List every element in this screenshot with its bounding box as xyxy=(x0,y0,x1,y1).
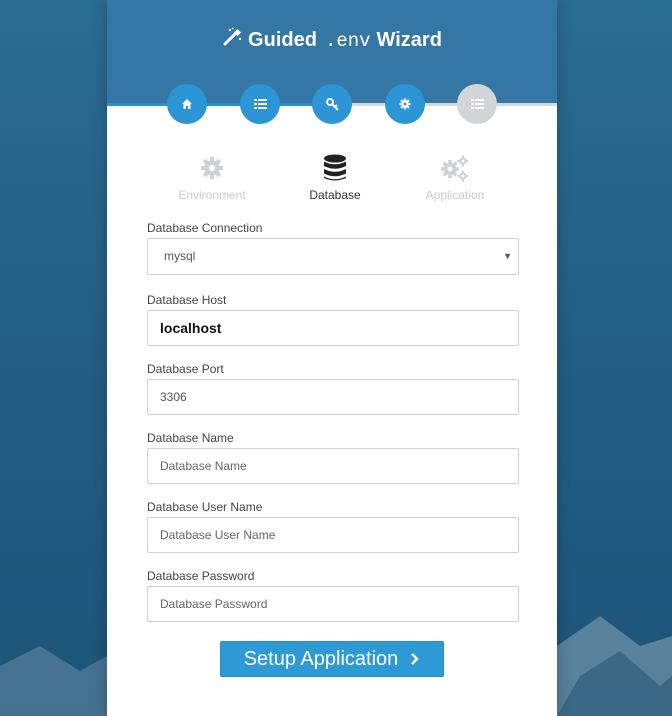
host-label: Database Host xyxy=(147,293,227,307)
port-field: Database Port xyxy=(147,359,519,415)
key-icon xyxy=(325,97,339,111)
host-field: Database Host xyxy=(147,290,519,346)
password-field: Database Password xyxy=(147,566,519,622)
tab-database-label: Database xyxy=(309,188,361,202)
step-home[interactable] xyxy=(167,84,207,124)
title-prefix: Guided xyxy=(248,29,317,51)
tab-environment-label: Environment xyxy=(178,188,246,202)
step-final[interactable] xyxy=(457,84,497,124)
list-icon xyxy=(470,99,484,109)
chevron-right-icon xyxy=(411,653,419,665)
magic-wand-icon xyxy=(222,27,242,55)
connection-select[interactable]: mysql ▼ xyxy=(147,238,519,275)
connection-field: Database Connection mysql ▼ xyxy=(147,218,519,275)
wizard-card: Guided .env Wizard Environment Database … xyxy=(107,0,557,716)
step-key[interactable] xyxy=(312,84,352,124)
setup-application-button[interactable]: Setup Application xyxy=(220,641,444,677)
db-name-field: Database Name xyxy=(147,428,519,484)
caret-down-icon: ▼ xyxy=(503,251,512,261)
database-icon xyxy=(324,154,346,181)
title-code: .env xyxy=(324,30,371,52)
username-field: Database User Name xyxy=(147,497,519,553)
connection-select-value: mysql xyxy=(164,249,196,263)
port-label: Database Port xyxy=(147,362,224,376)
page-title: Guided .env Wizard xyxy=(107,26,557,54)
username-input[interactable] xyxy=(147,517,519,553)
port-input[interactable] xyxy=(147,379,519,415)
db-name-label: Database Name xyxy=(147,431,234,445)
password-label: Database Password xyxy=(147,569,255,583)
gears-icon xyxy=(441,155,469,182)
list-icon xyxy=(253,99,267,109)
db-name-input[interactable] xyxy=(147,448,519,484)
tab-environment[interactable]: Environment xyxy=(152,154,272,202)
password-input[interactable] xyxy=(147,586,519,622)
step-settings[interactable] xyxy=(385,84,425,124)
gear-icon xyxy=(201,157,223,179)
home-icon xyxy=(182,99,192,109)
gear-icon xyxy=(399,98,411,110)
wizard-tabs: Environment Database Application xyxy=(107,154,557,204)
connection-label: Database Connection xyxy=(147,221,263,235)
title-suffix: Wizard xyxy=(376,29,442,51)
tab-application[interactable]: Application xyxy=(395,154,515,202)
setup-application-label: Setup Application xyxy=(243,647,399,670)
tab-application-label: Application xyxy=(425,188,485,202)
step-environment[interactable] xyxy=(240,84,280,124)
host-input[interactable] xyxy=(147,310,519,346)
username-label: Database User Name xyxy=(147,500,263,514)
step-progress xyxy=(107,84,557,124)
database-form: Database Connection mysql ▼ Database Hos… xyxy=(147,218,519,635)
tab-database[interactable]: Database xyxy=(275,154,395,202)
